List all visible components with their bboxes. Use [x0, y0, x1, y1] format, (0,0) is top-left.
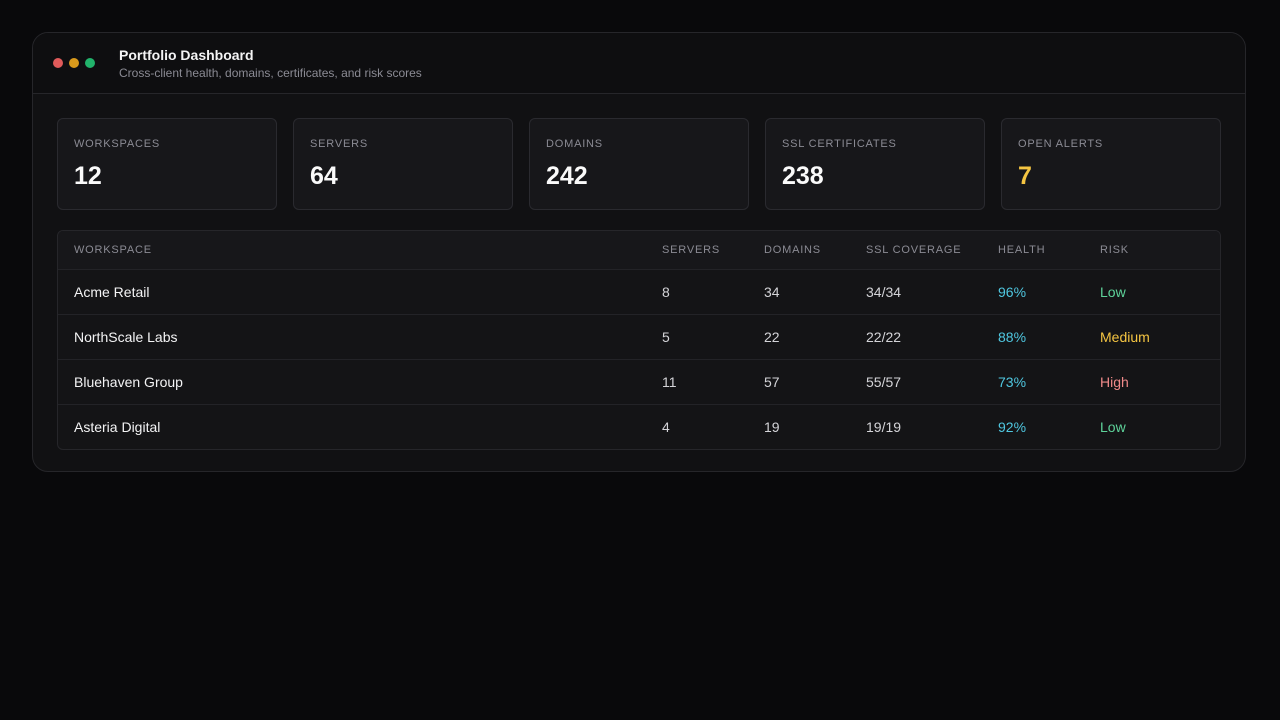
title-bar: Portfolio Dashboard Cross-client health,… — [33, 33, 1245, 94]
stat-value: 64 — [310, 162, 338, 190]
stat-card-open-alerts: OPEN ALERTS 7 — [1001, 118, 1221, 210]
main-content: WORKSPACES 12 SERVERS 64 DOMAINS 242 SSL… — [33, 94, 1245, 471]
stat-value: 7 — [1018, 162, 1032, 190]
table-body: Acme Retail 8 34 34/34 96% Low NorthScale Labs… — [58, 269, 1220, 449]
cell-servers: 4 — [662, 419, 670, 435]
stat-card-workspaces: WORKSPACES 12 — [57, 118, 277, 210]
cell-ssl-coverage: 22/22 — [866, 329, 902, 345]
cell-servers: 5 — [662, 329, 670, 345]
cell-servers: 8 — [662, 284, 670, 300]
cell-domains: 57 — [764, 374, 780, 390]
cell-domains: 34 — [764, 284, 780, 300]
stat-label: OPEN ALERTS — [1018, 138, 1104, 150]
stats-row: WORKSPACES 12 SERVERS 64 DOMAINS 242 SSL… — [57, 118, 1221, 210]
column-header-domains[interactable]: DOMAINS — [764, 244, 866, 256]
cell-risk: High — [1100, 374, 1129, 390]
cell-ssl-coverage: 19/19 — [866, 419, 902, 435]
table-row[interactable]: NorthScale Labs 5 22 22/22 88% Medium — [58, 314, 1220, 359]
stat-label: WORKSPACES — [74, 138, 161, 150]
column-header-risk[interactable]: RISK — [1100, 244, 1200, 256]
title-group: Portfolio Dashboard Cross-client health,… — [119, 47, 422, 80]
stat-label: SSL CERTIFICATES — [782, 138, 897, 150]
stat-label: DOMAINS — [546, 138, 603, 150]
cell-servers: 11 — [662, 374, 677, 390]
stat-card-servers: SERVERS 64 — [293, 118, 513, 210]
cell-health: 88% — [998, 329, 1027, 345]
cell-risk: Low — [1100, 284, 1126, 300]
cell-domains: 22 — [764, 329, 780, 345]
minimize-dot-icon[interactable] — [69, 58, 79, 68]
stat-card-domains: DOMAINS 242 — [529, 118, 749, 210]
stat-value: 242 — [546, 162, 588, 190]
close-dot-icon[interactable] — [53, 58, 63, 68]
workspace-table: WORKSPACE SERVERS DOMAINS SSL COVERAGE H… — [57, 230, 1221, 450]
column-header-workspace[interactable]: WORKSPACE — [58, 244, 662, 256]
cell-health: 96% — [998, 284, 1027, 300]
window-controls — [53, 58, 119, 68]
column-header-servers[interactable]: SERVERS — [662, 244, 764, 256]
table-row[interactable]: Asteria Digital 4 19 19/19 92% Low — [58, 404, 1220, 449]
cell-workspace: NorthScale Labs — [74, 329, 178, 345]
cell-workspace: Acme Retail — [74, 284, 150, 300]
cell-health: 73% — [998, 374, 1027, 390]
table-row[interactable]: Acme Retail 8 34 34/34 96% Low — [58, 269, 1220, 314]
stat-value: 238 — [782, 162, 824, 190]
cell-risk: Medium — [1100, 329, 1150, 345]
column-header-health[interactable]: HEALTH — [998, 244, 1100, 256]
page-subtitle: Cross-client health, domains, certificat… — [119, 65, 422, 80]
cell-workspace: Bluehaven Group — [74, 374, 183, 390]
dashboard-window: Portfolio Dashboard Cross-client health,… — [32, 32, 1246, 472]
page-title: Portfolio Dashboard — [119, 46, 254, 63]
cell-ssl-coverage: 34/34 — [866, 284, 902, 300]
cell-risk: Low — [1100, 419, 1126, 435]
cell-ssl-coverage: 55/57 — [866, 374, 902, 390]
table-row[interactable]: Bluehaven Group 11 57 55/57 73% High — [58, 359, 1220, 404]
stat-value: 12 — [74, 162, 102, 190]
stat-label: SERVERS — [310, 138, 368, 150]
table-header: WORKSPACE SERVERS DOMAINS SSL COVERAGE H… — [58, 231, 1220, 269]
cell-domains: 19 — [764, 419, 780, 435]
maximize-dot-icon[interactable] — [85, 58, 95, 68]
cell-health: 92% — [998, 419, 1027, 435]
stat-card-ssl-certificates: SSL CERTIFICATES 238 — [765, 118, 985, 210]
cell-workspace: Asteria Digital — [74, 419, 161, 435]
column-header-ssl-coverage[interactable]: SSL COVERAGE — [866, 244, 998, 256]
